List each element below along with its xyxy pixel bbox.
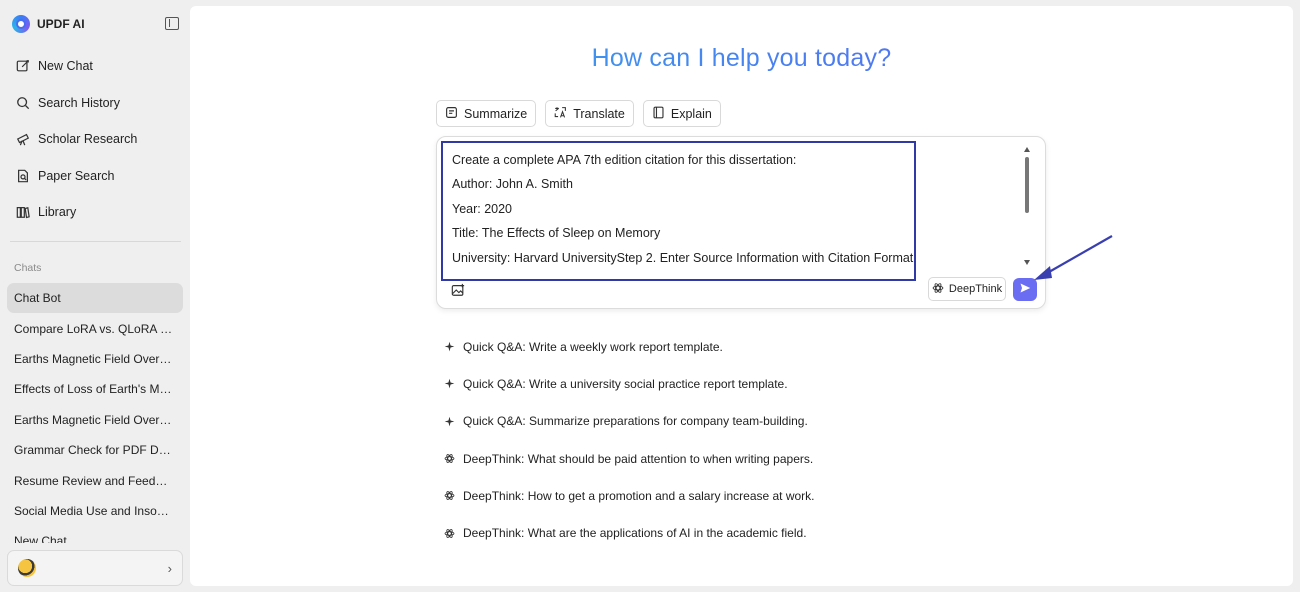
suggestion-item[interactable]: Quick Q&A: Write a weekly work report te… [444, 328, 1044, 365]
suggestion-text: Quick Q&A: Write a university social pra… [463, 376, 788, 391]
nav-new-chat[interactable]: New Chat [8, 48, 183, 85]
deepthink-label: DeepThink [948, 283, 1003, 295]
summarize-label: Summarize [464, 106, 528, 121]
chat-item-active[interactable]: Chat Bot [7, 283, 183, 314]
explain-button[interactable]: Explain [642, 100, 721, 127]
prompt-input[interactable]: Create a complete APA 7th edition citati… [441, 141, 916, 281]
main-panel: How can I help you today? Summarize Tran… [190, 6, 1293, 586]
sparkle-icon [444, 341, 455, 352]
brand[interactable]: UPDF AI [12, 14, 85, 34]
collapse-sidebar-icon[interactable] [165, 17, 179, 30]
nav-library[interactable]: Library [8, 194, 183, 231]
suggestion-text: DeepThink: What are the applications of … [463, 526, 807, 541]
chat-composer: Create a complete APA 7th edition citati… [436, 136, 1046, 309]
suggestion-item[interactable]: Quick Q&A: Write a university social pra… [444, 365, 1044, 402]
sidebar-divider [10, 241, 181, 242]
annotation-arrow [1034, 235, 1113, 280]
chat-item-label: Resume Review and Feedback [14, 473, 174, 488]
suggestion-text: DeepThink: What should be paid attention… [463, 451, 814, 466]
library-icon [16, 205, 30, 219]
deepthink-toggle[interactable]: DeepThink [928, 277, 1006, 301]
suggestion-item[interactable]: DeepThink: What are the applications of … [444, 514, 1044, 551]
nav-label: Paper Search [38, 168, 115, 183]
page-title: How can I help you today? [190, 44, 1293, 73]
nav-search-history[interactable]: Search History [8, 85, 183, 122]
suggestion-item[interactable]: DeepThink: How to get a promotion and a … [444, 477, 1044, 514]
chat-item[interactable]: Compare LoRA vs. QLoRA for... [7, 313, 183, 343]
chat-item-label: New Chat [14, 534, 67, 543]
suggestion-text: Quick Q&A: Summarize preparations for co… [463, 414, 808, 429]
search-icon [16, 96, 30, 110]
brand-name: UPDF AI [37, 17, 85, 31]
telescope-icon [16, 132, 30, 146]
translate-icon [554, 106, 567, 122]
chat-item-label: Chat Bot [14, 291, 61, 306]
suggestion-text: DeepThink: How to get a promotion and a … [463, 488, 815, 503]
sparkle-icon [444, 378, 455, 389]
avatar [18, 559, 36, 577]
chat-item-label: Effects of Loss of Earth's Mag... [14, 382, 174, 397]
chat-item[interactable]: Social Media Use and Insomn... [7, 496, 183, 526]
sidebar-nav: New Chat Search History Scholar Research… [8, 48, 183, 231]
atom-icon [444, 528, 455, 539]
chat-item[interactable]: Earths Magnetic Field Overvi... [7, 344, 183, 374]
atom-icon [932, 282, 944, 297]
chats-section-label: Chats [14, 262, 42, 274]
scrollbar-thumb[interactable] [1025, 157, 1029, 213]
summarize-button[interactable]: Summarize [436, 100, 537, 127]
translate-label: Translate [573, 106, 625, 121]
prompt-line: Author: John A. Smith [452, 177, 573, 192]
chat-item[interactable]: Resume Review and Feedback [7, 465, 183, 495]
prompt-line: Title: The Effects of Sleep on Memory [452, 226, 661, 241]
chevron-right-icon: › [167, 560, 172, 576]
nav-label: Search History [38, 95, 120, 110]
prompt-line: University: Harvard UniversityStep 2. En… [452, 250, 914, 265]
suggestion-item[interactable]: DeepThink: What should be paid attention… [444, 440, 1044, 477]
suggestion-item[interactable]: Quick Q&A: Summarize preparations for co… [444, 403, 1044, 440]
chat-item-label: Compare LoRA vs. QLoRA for... [14, 321, 174, 336]
chat-history-list: Chat Bot Compare LoRA vs. QLoRA for... E… [7, 283, 183, 543]
nav-label: Scholar Research [38, 132, 138, 147]
atom-icon [444, 490, 455, 501]
chat-item[interactable]: Earths Magnetic Field Overvi... [7, 405, 183, 435]
updf-logo-icon [12, 15, 30, 33]
chat-item-label: Grammar Check for PDF Doc... [14, 443, 174, 458]
sidebar: UPDF AI New Chat Search History Scholar … [0, 0, 190, 592]
nav-label: Library [38, 205, 77, 220]
chat-item-label: Social Media Use and Insomn... [14, 503, 174, 518]
paper-search-icon [16, 169, 30, 183]
prompt-line: Year: 2020 [452, 201, 513, 216]
nav-paper-search[interactable]: Paper Search [8, 158, 183, 195]
chat-item[interactable]: Effects of Loss of Earth's Mag... [7, 374, 183, 404]
quick-actions: Summarize Translate Explain [436, 100, 721, 127]
account-button[interactable]: › [7, 550, 183, 586]
edit-icon [16, 59, 30, 73]
suggestion-list: Quick Q&A: Write a weekly work report te… [444, 328, 1044, 552]
summarize-icon [445, 106, 458, 122]
chat-item-label: Earths Magnetic Field Overvi... [14, 351, 174, 366]
translate-button[interactable]: Translate [545, 100, 634, 127]
scroll-up-arrow[interactable] [1024, 147, 1030, 152]
image-upload-icon[interactable] [451, 283, 465, 297]
atom-icon [444, 453, 455, 464]
chat-item[interactable]: New Chat [7, 526, 183, 543]
book-icon [652, 106, 665, 122]
suggestion-text: Quick Q&A: Write a weekly work report te… [463, 339, 723, 354]
chat-item-label: Earths Magnetic Field Overvi... [14, 412, 174, 427]
nav-scholar-research[interactable]: Scholar Research [8, 121, 183, 158]
explain-label: Explain [670, 106, 712, 121]
nav-label: New Chat [38, 59, 93, 74]
prompt-line: Create a complete APA 7th edition citati… [452, 153, 797, 167]
sparkle-icon [444, 416, 455, 427]
chat-item[interactable]: Grammar Check for PDF Doc... [7, 435, 183, 465]
